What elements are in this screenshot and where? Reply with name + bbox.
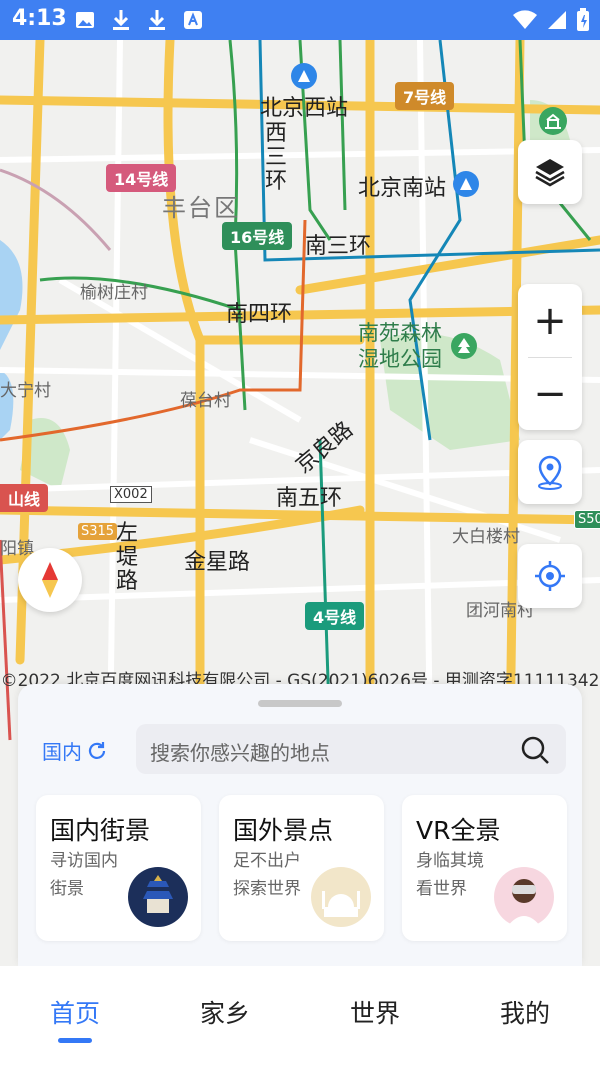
bottom-sheet: 国内 搜索你感兴趣的地点 国内街景 寻访国内街景 国外景点 足不出户探索世界 V… xyxy=(18,684,582,966)
map-label: 大白楼村 xyxy=(452,527,520,547)
wifi-icon xyxy=(512,10,538,34)
temple-of-heaven-image xyxy=(128,867,188,927)
tab-world[interactable]: 世界 xyxy=(315,994,435,1030)
tab-label: 首页 xyxy=(49,999,100,1028)
region-label: 国内 xyxy=(42,740,82,764)
tab-label: 我的 xyxy=(499,999,550,1028)
map-label: 西三环 xyxy=(265,121,288,194)
card-title: 国外景点 xyxy=(233,816,334,845)
road-shield: S50 xyxy=(574,510,600,529)
metro-line-badge: 16号线 xyxy=(222,222,293,250)
status-time: 4:13 xyxy=(12,6,67,31)
compass-icon xyxy=(42,562,58,598)
zoom-out-button[interactable]: − xyxy=(533,358,567,430)
zoom-in-button[interactable]: + xyxy=(533,284,567,357)
bottom-tab-bar: 首页 家乡 世界 我的 xyxy=(0,966,600,1066)
map-district-label: 丰台区 xyxy=(162,194,240,222)
battery-icon xyxy=(576,8,590,36)
vr-headset-image xyxy=(494,867,554,927)
sheet-drag-handle[interactable] xyxy=(258,700,342,707)
status-bar: 4:13 xyxy=(0,0,600,40)
card-subtitle: 足不出户探索世界 xyxy=(233,851,301,899)
download-icon xyxy=(110,8,132,32)
card-title: VR全景 xyxy=(416,816,501,845)
card-foreign-sights[interactable]: 国外景点 足不出户探索世界 xyxy=(219,795,384,941)
tab-hometown[interactable]: 家乡 xyxy=(165,994,285,1030)
park-icon xyxy=(539,107,567,135)
street-view-pin-button[interactable] xyxy=(518,440,582,504)
map-label: 金星路 xyxy=(184,550,251,575)
search-icon[interactable] xyxy=(520,735,550,765)
download-icon xyxy=(146,8,168,32)
metro-line-badge: 7号线 xyxy=(395,82,455,110)
map-label: 南五环 xyxy=(276,486,343,511)
station-icon xyxy=(291,63,317,89)
locate-icon xyxy=(535,561,565,591)
tab-label: 家乡 xyxy=(199,999,250,1028)
tab-label: 世界 xyxy=(349,999,400,1028)
map-label: 大宁村 xyxy=(0,381,51,401)
search-bar[interactable]: 搜索你感兴趣的地点 xyxy=(136,724,566,774)
card-title: 国内街景 xyxy=(50,816,151,845)
map-label: 左堤路 xyxy=(116,521,139,594)
road-shield: S315 xyxy=(78,523,118,540)
map-label: 南四环 xyxy=(226,302,293,327)
card-subtitle: 寻访国内街景 xyxy=(50,851,118,899)
tab-mine[interactable]: 我的 xyxy=(465,994,585,1030)
road-shield: X002 xyxy=(110,486,152,503)
my-location-button[interactable] xyxy=(518,544,582,608)
refresh-icon xyxy=(88,741,106,759)
card-vr-panorama[interactable]: VR全景 身临其境看世界 xyxy=(402,795,567,941)
region-toggle[interactable]: 国内 xyxy=(42,736,108,765)
metro-line-badge: 山线 xyxy=(0,484,49,512)
map-label: 榆树庄村 xyxy=(80,283,148,303)
location-pin-icon xyxy=(538,455,562,490)
map-label: 葆台村 xyxy=(180,391,231,411)
card-domestic-streetview[interactable]: 国内街景 寻访国内街景 xyxy=(36,795,201,941)
compass-button[interactable] xyxy=(18,548,82,612)
search-placeholder: 搜索你感兴趣的地点 xyxy=(150,741,330,765)
mosque-image xyxy=(311,867,371,927)
signal-icon xyxy=(546,10,568,34)
map-label: 南苑森林 湿地公园 xyxy=(358,321,442,371)
image-icon xyxy=(74,8,96,32)
card-subtitle: 身临其境看世界 xyxy=(416,851,484,899)
active-tab-indicator xyxy=(58,1038,92,1043)
tab-home[interactable]: 首页 xyxy=(15,994,135,1043)
zoom-controls: + − xyxy=(518,284,582,430)
map-label: 南三环 xyxy=(305,234,372,259)
map-label: 北京南站 xyxy=(358,176,447,201)
map-label: 北京西站 xyxy=(260,96,349,121)
app-store-icon xyxy=(182,8,204,32)
park-icon xyxy=(451,333,477,359)
metro-line-badge: 4号线 xyxy=(305,602,365,630)
station-icon xyxy=(453,171,479,197)
layers-button[interactable] xyxy=(518,140,582,204)
layers-icon xyxy=(535,159,565,187)
